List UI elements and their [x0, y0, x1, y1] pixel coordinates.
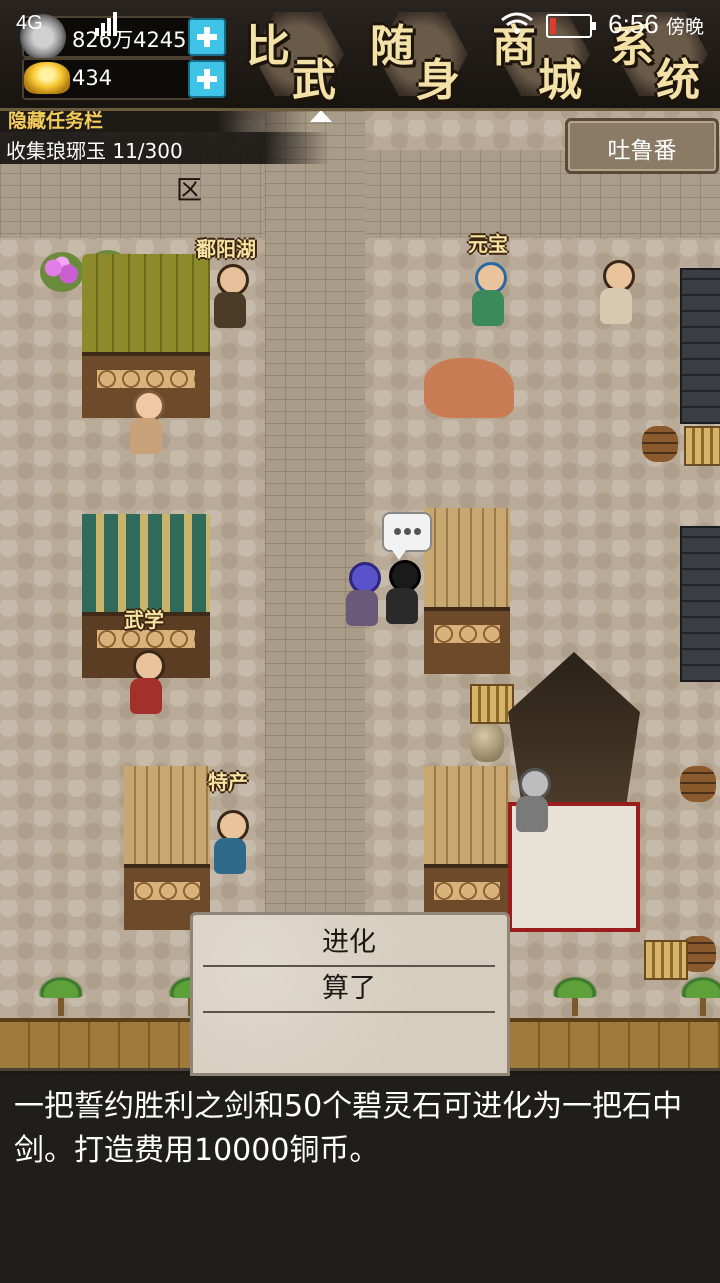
palm-tree	[38, 976, 84, 1016]
status-bar: 4G 6:56 傍晚	[0, 0, 720, 50]
npc-label-yuanbao: 元宝	[468, 232, 508, 256]
npc-traveler[interactable]	[594, 258, 638, 328]
battery-icon	[546, 14, 596, 38]
wooden-crate	[684, 426, 720, 466]
ingot-amount: 434	[72, 66, 113, 90]
npc-boyang[interactable]	[208, 262, 252, 332]
choice-menu: 进化 算了	[190, 912, 510, 1076]
npc-label-boyang: 鄱阳湖	[196, 237, 256, 261]
clay-jar	[470, 722, 504, 762]
add-ingot-button[interactable]	[188, 60, 226, 98]
palm-tree	[680, 976, 720, 1016]
quest-progress[interactable]: 收集琅琊玉 11/300	[0, 132, 330, 164]
flower-bush	[40, 252, 84, 292]
palm-tree	[552, 976, 598, 1016]
dark-building	[680, 526, 720, 682]
dark-building	[680, 268, 720, 424]
ingot-display: 434	[22, 58, 194, 100]
clock: 6:56 傍晚	[608, 9, 704, 39]
signal-icon	[95, 12, 117, 36]
gold-ingot-icon	[24, 62, 70, 94]
collapse-arrow-icon[interactable]	[310, 110, 332, 122]
market-stall-specialty[interactable]	[124, 766, 210, 930]
map-marker: 区	[176, 176, 203, 206]
player-character[interactable]	[340, 560, 384, 630]
wooden-crate	[644, 940, 688, 980]
choice-cancel[interactable]: 算了	[203, 967, 495, 1009]
chat-bubble-icon[interactable]	[382, 512, 432, 560]
npc-martial-teacher[interactable]	[124, 648, 168, 718]
npc-specialty-merchant[interactable]	[208, 808, 252, 878]
dialog-message-panel[interactable]: 一把誓约胜利之剑和50个碧灵石可进化为一把石中剑。打造费用10000铜币。	[0, 1068, 720, 1283]
wifi-icon	[501, 12, 533, 34]
choice-divider	[203, 1011, 495, 1013]
barrel	[680, 766, 716, 802]
dialog-message-text: 一把誓约胜利之剑和50个碧灵石可进化为一把石中剑。打造费用10000铜币。	[14, 1089, 683, 1168]
npc-yuanbao[interactable]	[466, 260, 510, 330]
stall-label-martial: 武学	[124, 608, 164, 632]
market-stall-goods[interactable]	[424, 508, 510, 674]
choice-evolve[interactable]: 进化	[203, 921, 495, 963]
npc-blacksmith[interactable]	[510, 766, 554, 836]
npc-hooded-stranger[interactable]	[380, 558, 424, 628]
market-stall-pottery[interactable]	[424, 766, 510, 930]
network-type: 4G	[16, 12, 43, 34]
camel	[424, 358, 514, 418]
region-name-button[interactable]: 吐鲁番	[565, 118, 719, 174]
npc-label-specialty: 特产	[208, 770, 248, 794]
barrel	[642, 426, 678, 462]
npc-villager-woman[interactable]	[124, 388, 168, 458]
